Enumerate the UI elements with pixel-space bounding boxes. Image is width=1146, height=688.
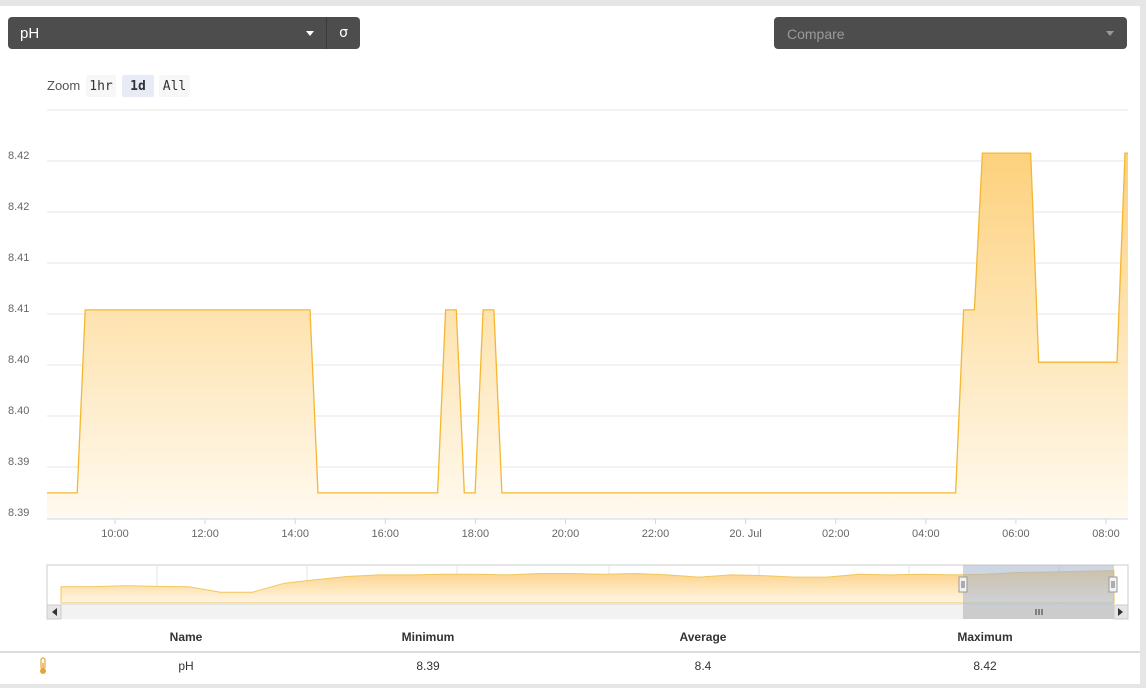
x-tick-label: 14:00 — [281, 528, 309, 540]
x-tick-label: 06:00 — [1002, 528, 1030, 540]
stats-table: Name Minimum Average Maximum pH 8.39 8.4… — [0, 624, 1140, 684]
ph-chart: Zoom 1hr 1d All 8.398.398.408.408.418.418.… — [8, 75, 1129, 620]
navigator[interactable]: 14. Jul15. Jul16. Jul17. Jul18. Jul19. J… — [46, 564, 1129, 606]
series-area-ph — [47, 153, 1128, 519]
row-average: 8.4 — [694, 659, 712, 673]
x-tick-label: 12:00 — [191, 528, 219, 540]
column-name: Name — [169, 630, 203, 644]
column-average: Average — [679, 630, 727, 644]
y-axis-labels: 8.39 8.39 8.40 8.40 8.41 8.41 8.42 8.42 — [8, 150, 29, 519]
zoom-button-label: All — [163, 79, 186, 94]
navigator-scrollbar[interactable] — [46, 604, 1129, 620]
x-tick-label: 08:00 — [1092, 528, 1120, 540]
navigator-handle-right[interactable] — [1108, 576, 1118, 593]
zoom-button-label: 1d — [130, 79, 146, 94]
column-maximum: Maximum — [957, 630, 1013, 644]
zoom-button-label: 1hr — [89, 79, 113, 94]
x-tick-label: 16:00 — [372, 528, 400, 540]
x-tick-label: 22:00 — [642, 528, 670, 540]
x-tick-label: 20:00 — [552, 528, 580, 540]
x-tick-label: 20. Jul — [729, 528, 761, 540]
navigator-handle-left[interactable] — [958, 576, 968, 593]
thermometer-icon — [40, 657, 46, 674]
zoom-buttons: 1hr 1d All — [86, 75, 190, 97]
row-maximum: 8.42 — [973, 659, 997, 673]
y-tick-label: 8.41 — [8, 252, 29, 264]
y-tick-label: 8.40 — [8, 354, 29, 366]
row-name: pH — [178, 659, 194, 673]
x-axis-labels: 10:00 12:00 14:00 16:00 18:00 20:00 22:00 20. J… — [101, 519, 1120, 540]
navigator-selection[interactable] — [963, 565, 1114, 605]
y-tick-label: 8.41 — [8, 303, 29, 315]
x-tick-label: 18:00 — [462, 528, 490, 540]
column-minimum: Minimum — [401, 630, 455, 644]
x-tick-label: 02:00 — [822, 528, 850, 540]
zoom-label: Zoom — [47, 78, 80, 93]
y-tick-label: 8.42 — [8, 150, 29, 162]
x-tick-label: 10:00 — [101, 528, 129, 540]
y-tick-label: 8.39 — [8, 507, 29, 519]
y-tick-label: 8.42 — [8, 201, 29, 213]
y-tick-label: 8.40 — [8, 405, 29, 417]
row-minimum: 8.39 — [416, 659, 440, 673]
table-header-divider — [0, 651, 1140, 653]
y-tick-label: 8.39 — [8, 456, 29, 468]
x-tick-label: 04:00 — [912, 528, 940, 540]
